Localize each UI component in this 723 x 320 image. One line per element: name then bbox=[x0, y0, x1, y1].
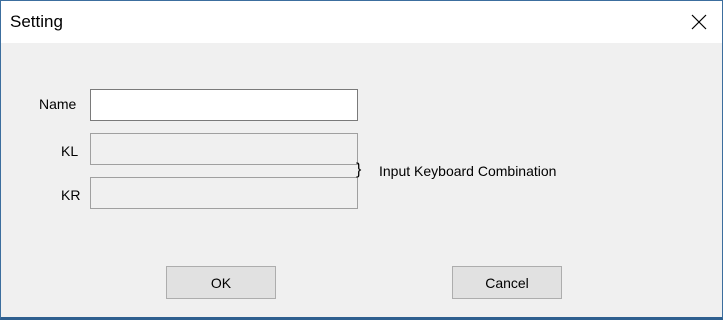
name-input[interactable] bbox=[90, 89, 358, 121]
setting-dialog: Setting Name KL KR } Input Keyboard Comb… bbox=[0, 0, 723, 320]
kl-input[interactable] bbox=[90, 133, 358, 165]
kl-label: KL bbox=[61, 143, 79, 159]
cancel-button[interactable]: Cancel bbox=[452, 266, 562, 299]
kr-label: KR bbox=[61, 187, 81, 203]
window-title: Setting bbox=[10, 12, 63, 31]
name-label: Name bbox=[39, 96, 77, 112]
close-button[interactable] bbox=[676, 1, 722, 43]
kr-input[interactable] bbox=[90, 177, 358, 209]
keyboard-combination-hint: Input Keyboard Combination bbox=[379, 163, 557, 179]
title-bar: Setting bbox=[1, 1, 722, 43]
brace-icon: } bbox=[356, 161, 362, 178]
ok-button[interactable]: OK bbox=[166, 266, 276, 299]
close-icon bbox=[691, 14, 707, 30]
